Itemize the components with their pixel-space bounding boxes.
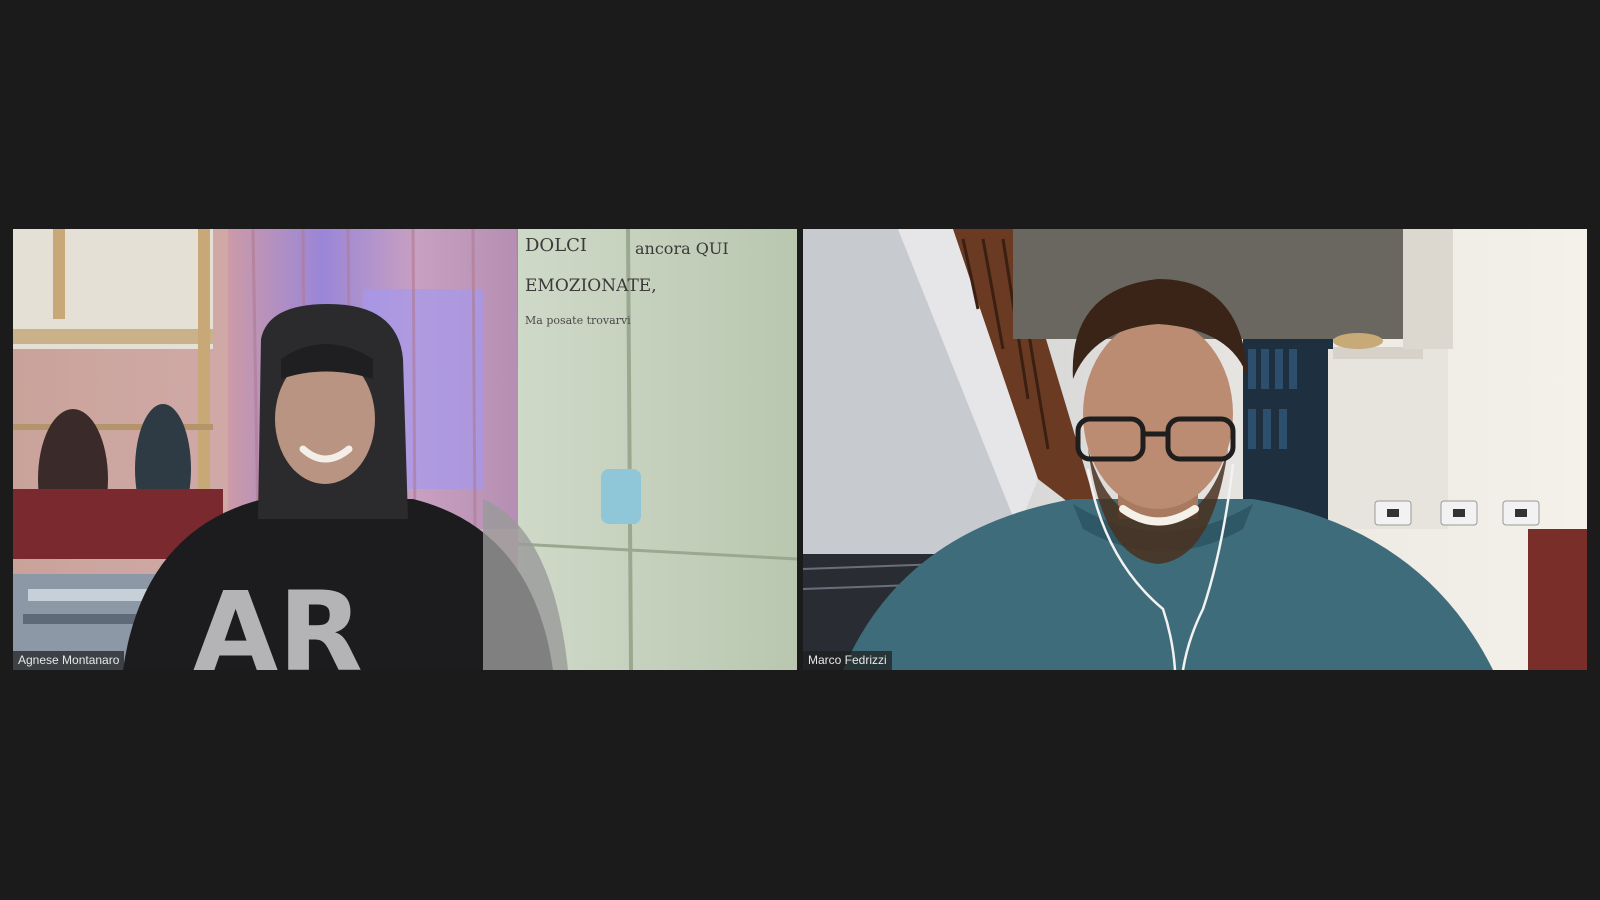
svg-text:AR: AR: [193, 568, 363, 670]
door-text-4: ancora QUI: [635, 239, 729, 258]
participant-name-marco: Marco Fedrizzi: [803, 651, 892, 670]
door-text-2: EMOZIONATE,: [525, 276, 657, 296]
video-tile-marco[interactable]: Marco Fedrizzi: [803, 229, 1587, 670]
video-feed-marco: [803, 229, 1587, 670]
gallery-view: AR DOLCI EMOZIONATE, Ma posate trovarvi …: [0, 0, 1600, 900]
door-text-3: Ma posate trovarvi: [525, 314, 631, 327]
video-feed-agnese: AR DOLCI EMOZIONATE, Ma posate trovarvi …: [13, 229, 797, 670]
participant-name-agnese: Agnese Montanaro: [13, 651, 125, 670]
door-text-1: DOLCI: [525, 235, 587, 256]
video-tile-agnese[interactable]: AR DOLCI EMOZIONATE, Ma posate trovarvi …: [13, 229, 797, 670]
